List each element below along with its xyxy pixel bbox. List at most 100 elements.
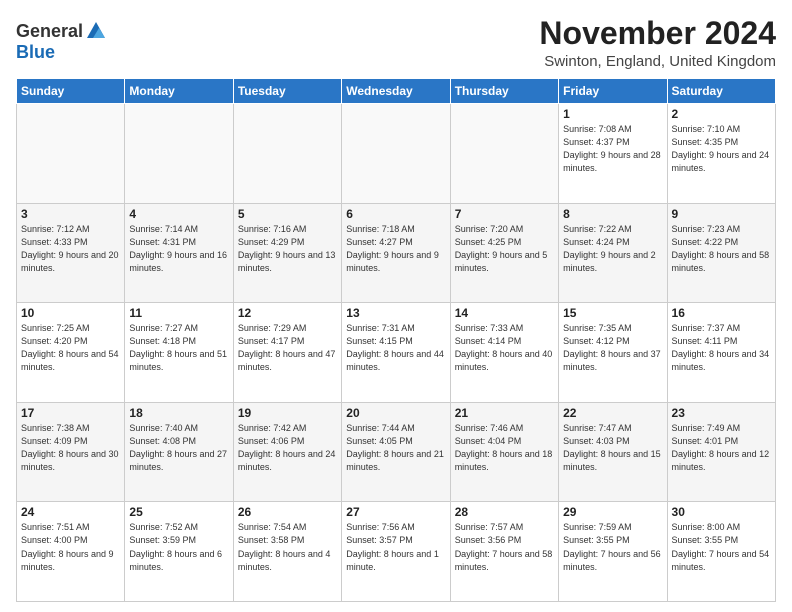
day-number: 8: [563, 207, 662, 221]
day-number: 1: [563, 107, 662, 121]
table-row: 4 Sunrise: 7:14 AM Sunset: 4:31 PM Daylig…: [125, 203, 233, 303]
day-number: 28: [455, 505, 554, 519]
day-number: 16: [672, 306, 771, 320]
table-row: 15 Sunrise: 7:35 AM Sunset: 4:12 PM Dayli…: [559, 303, 667, 403]
day-number: 10: [21, 306, 120, 320]
calendar-header-row: Sunday Monday Tuesday Wednesday Thursday…: [17, 79, 776, 104]
table-row: [17, 104, 125, 204]
table-row: 17Sunrise: 7:38 AM Sunset: 4:09 PM Dayli…: [17, 402, 125, 502]
table-row: 8 Sunrise: 7:22 AM Sunset: 4:24 PM Daylig…: [559, 203, 667, 303]
table-row: 21 Sunrise: 7:46 AM Sunset: 4:04 PM Dayli…: [450, 402, 558, 502]
day-number: 24: [21, 505, 120, 519]
day-number: 30: [672, 505, 771, 519]
day-number: 4: [129, 207, 228, 221]
calendar-week-4: 24 Sunrise: 7:51 AM Sunset: 4:00 PM Dayli…: [17, 502, 776, 602]
logo-icon: [85, 20, 107, 42]
day-info: Sunrise: 7:14 AM Sunset: 4:31 PM Dayligh…: [129, 223, 228, 275]
day-info: Sunrise: 7:38 AM Sunset: 4:09 PM Dayligh…: [21, 422, 120, 474]
day-info: Sunrise: 7:16 AM Sunset: 4:29 PM Dayligh…: [238, 223, 337, 275]
table-row: 5 Sunrise: 7:16 AM Sunset: 4:29 PM Daylig…: [233, 203, 341, 303]
table-row: 22 Sunrise: 7:47 AM Sunset: 4:03 PM Dayli…: [559, 402, 667, 502]
day-info: Sunrise: 7:52 AM Sunset: 3:59 PM Dayligh…: [129, 521, 228, 573]
logo-blue-text: Blue: [16, 42, 55, 62]
table-row: 29 Sunrise: 7:59 AM Sunset: 3:55 PM Dayli…: [559, 502, 667, 602]
calendar-week-1: 3 Sunrise: 7:12 AM Sunset: 4:33 PM Daylig…: [17, 203, 776, 303]
calendar-week-2: 10 Sunrise: 7:25 AM Sunset: 4:20 PM Dayli…: [17, 303, 776, 403]
calendar-week-0: 1Sunrise: 7:08 AM Sunset: 4:37 PM Daylig…: [17, 104, 776, 204]
table-row: 30 Sunrise: 8:00 AM Sunset: 3:55 PM Dayli…: [667, 502, 775, 602]
day-info: Sunrise: 7:23 AM Sunset: 4:22 PM Dayligh…: [672, 223, 771, 275]
day-number: 22: [563, 406, 662, 420]
table-row: 11Sunrise: 7:27 AM Sunset: 4:18 PM Dayli…: [125, 303, 233, 403]
day-number: 29: [563, 505, 662, 519]
day-info: Sunrise: 7:44 AM Sunset: 4:05 PM Dayligh…: [346, 422, 445, 474]
day-number: 9: [672, 207, 771, 221]
day-number: 23: [672, 406, 771, 420]
day-info: Sunrise: 7:29 AM Sunset: 4:17 PM Dayligh…: [238, 322, 337, 374]
day-info: Sunrise: 7:46 AM Sunset: 4:04 PM Dayligh…: [455, 422, 554, 474]
table-row: 2Sunrise: 7:10 AM Sunset: 4:35 PM Daylig…: [667, 104, 775, 204]
day-info: Sunrise: 7:57 AM Sunset: 3:56 PM Dayligh…: [455, 521, 554, 573]
day-info: Sunrise: 8:00 AM Sunset: 3:55 PM Dayligh…: [672, 521, 771, 573]
table-row: 10 Sunrise: 7:25 AM Sunset: 4:20 PM Dayli…: [17, 303, 125, 403]
day-number: 15: [563, 306, 662, 320]
table-row: [450, 104, 558, 204]
day-info: Sunrise: 7:22 AM Sunset: 4:24 PM Dayligh…: [563, 223, 662, 275]
day-info: Sunrise: 7:18 AM Sunset: 4:27 PM Dayligh…: [346, 223, 445, 275]
table-row: 14 Sunrise: 7:33 AM Sunset: 4:14 PM Dayli…: [450, 303, 558, 403]
day-info: Sunrise: 7:12 AM Sunset: 4:33 PM Dayligh…: [21, 223, 120, 275]
table-row: 23 Sunrise: 7:49 AM Sunset: 4:01 PM Dayli…: [667, 402, 775, 502]
month-title: November 2024: [539, 16, 776, 51]
day-info: Sunrise: 7:51 AM Sunset: 4:00 PM Dayligh…: [21, 521, 120, 573]
table-row: [125, 104, 233, 204]
table-row: 26Sunrise: 7:54 AM Sunset: 3:58 PM Dayli…: [233, 502, 341, 602]
table-row: [342, 104, 450, 204]
table-row: 3 Sunrise: 7:12 AM Sunset: 4:33 PM Daylig…: [17, 203, 125, 303]
table-row: 24 Sunrise: 7:51 AM Sunset: 4:00 PM Dayli…: [17, 502, 125, 602]
table-row: [233, 104, 341, 204]
day-info: Sunrise: 7:49 AM Sunset: 4:01 PM Dayligh…: [672, 422, 771, 474]
day-info: Sunrise: 7:59 AM Sunset: 3:55 PM Dayligh…: [563, 521, 662, 573]
table-row: 19 Sunrise: 7:42 AM Sunset: 4:06 PM Dayli…: [233, 402, 341, 502]
day-number: 3: [21, 207, 120, 221]
table-row: 6Sunrise: 7:18 AM Sunset: 4:27 PM Daylig…: [342, 203, 450, 303]
day-number: 25: [129, 505, 228, 519]
header-tuesday: Tuesday: [233, 79, 341, 104]
calendar: Sunday Monday Tuesday Wednesday Thursday…: [16, 78, 776, 602]
table-row: 7Sunrise: 7:20 AM Sunset: 4:25 PM Daylig…: [450, 203, 558, 303]
day-info: Sunrise: 7:56 AM Sunset: 3:57 PM Dayligh…: [346, 521, 445, 573]
day-info: Sunrise: 7:35 AM Sunset: 4:12 PM Dayligh…: [563, 322, 662, 374]
day-number: 2: [672, 107, 771, 121]
logo: General Blue: [16, 20, 107, 63]
day-info: Sunrise: 7:47 AM Sunset: 4:03 PM Dayligh…: [563, 422, 662, 474]
header-monday: Monday: [125, 79, 233, 104]
day-info: Sunrise: 7:42 AM Sunset: 4:06 PM Dayligh…: [238, 422, 337, 474]
day-number: 12: [238, 306, 337, 320]
day-number: 11: [129, 306, 228, 320]
table-row: 12 Sunrise: 7:29 AM Sunset: 4:17 PM Dayli…: [233, 303, 341, 403]
calendar-week-3: 17Sunrise: 7:38 AM Sunset: 4:09 PM Dayli…: [17, 402, 776, 502]
table-row: 28 Sunrise: 7:57 AM Sunset: 3:56 PM Dayli…: [450, 502, 558, 602]
header-thursday: Thursday: [450, 79, 558, 104]
page: General Blue November 2024 Swinton, Engl…: [0, 0, 792, 612]
day-number: 19: [238, 406, 337, 420]
header-wednesday: Wednesday: [342, 79, 450, 104]
table-row: 27 Sunrise: 7:56 AM Sunset: 3:57 PM Dayli…: [342, 502, 450, 602]
table-row: 16 Sunrise: 7:37 AM Sunset: 4:11 PM Dayli…: [667, 303, 775, 403]
table-row: 25 Sunrise: 7:52 AM Sunset: 3:59 PM Dayli…: [125, 502, 233, 602]
day-info: Sunrise: 7:25 AM Sunset: 4:20 PM Dayligh…: [21, 322, 120, 374]
day-number: 5: [238, 207, 337, 221]
table-row: 13Sunrise: 7:31 AM Sunset: 4:15 PM Dayli…: [342, 303, 450, 403]
day-info: Sunrise: 7:40 AM Sunset: 4:08 PM Dayligh…: [129, 422, 228, 474]
logo-general-text: General: [16, 21, 83, 42]
day-number: 14: [455, 306, 554, 320]
day-info: Sunrise: 7:37 AM Sunset: 4:11 PM Dayligh…: [672, 322, 771, 374]
table-row: 20Sunrise: 7:44 AM Sunset: 4:05 PM Dayli…: [342, 402, 450, 502]
location: Swinton, England, United Kingdom: [539, 53, 776, 70]
header-sunday: Sunday: [17, 79, 125, 104]
day-number: 21: [455, 406, 554, 420]
day-info: Sunrise: 7:33 AM Sunset: 4:14 PM Dayligh…: [455, 322, 554, 374]
day-number: 27: [346, 505, 445, 519]
day-number: 18: [129, 406, 228, 420]
table-row: 1Sunrise: 7:08 AM Sunset: 4:37 PM Daylig…: [559, 104, 667, 204]
